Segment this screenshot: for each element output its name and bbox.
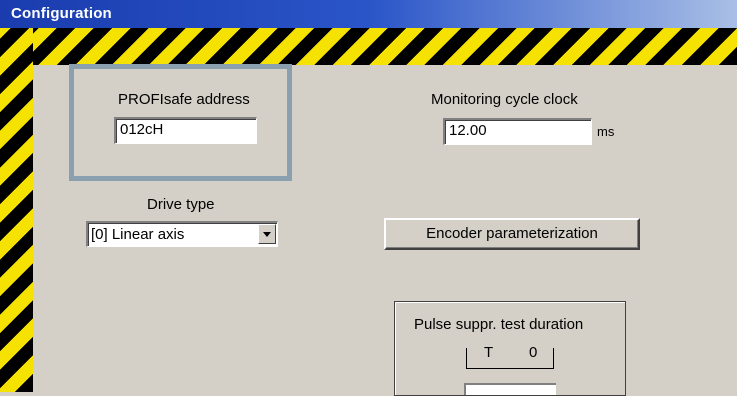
drive-type-select[interactable]: [0] Linear axis: [86, 221, 278, 247]
timer-base-line: [466, 368, 554, 369]
timer-t-label: T: [484, 344, 494, 361]
pulse-duration-field[interactable]: [464, 383, 556, 395]
encoder-parameterization-label: Encoder parameterization: [426, 225, 598, 242]
timer-left-line: [466, 348, 467, 369]
profisafe-address-label: PROFIsafe address: [118, 91, 250, 108]
timer-right-line: [553, 348, 554, 369]
encoder-parameterization-button[interactable]: Encoder parameterization: [384, 218, 640, 250]
chevron-down-icon: [263, 232, 271, 237]
window-title: Configuration: [11, 5, 112, 22]
hazard-stripe-left: [0, 28, 33, 392]
timer-zero-label: 0: [529, 344, 538, 361]
title-bar: Configuration: [0, 0, 737, 29]
drive-type-value: [0] Linear axis: [91, 226, 185, 243]
pulse-suppr-test-duration-label: Pulse suppr. test duration: [414, 316, 584, 333]
dropdown-arrow-button[interactable]: [258, 224, 276, 244]
profisafe-address-field[interactable]: 012cH: [114, 117, 257, 144]
monitoring-cycle-clock-label: Monitoring cycle clock: [431, 91, 578, 108]
timer-diagram: T 0: [466, 344, 554, 370]
monitoring-unit-label: ms: [597, 124, 615, 139]
drive-type-label: Drive type: [147, 196, 215, 213]
monitoring-cycle-clock-field[interactable]: 12.00: [443, 118, 592, 145]
hazard-stripe-top: [0, 28, 737, 65]
